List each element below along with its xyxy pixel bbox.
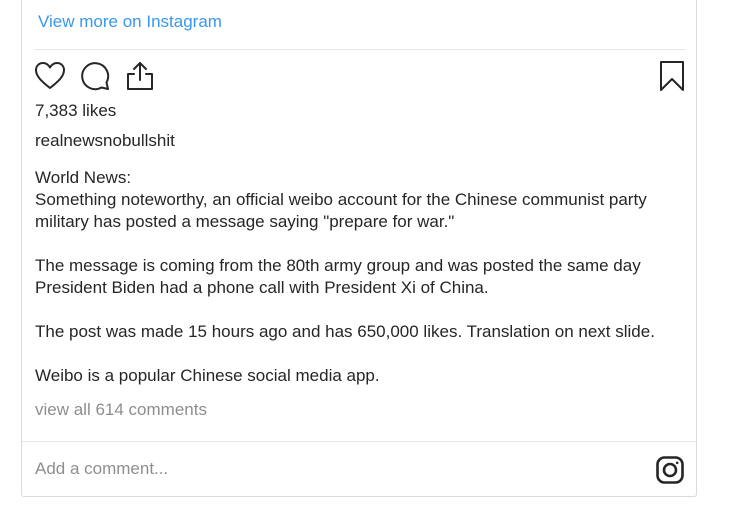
caption-line: Something noteworthy, an official weibo … [35,190,647,231]
caption-line: Weibo is a popular Chinese social media … [35,366,380,385]
bookmark-icon[interactable] [656,60,688,92]
action-bar [34,60,686,94]
caption-line: The post was made 15 hours ago and has 6… [35,322,655,341]
divider [34,49,686,50]
instagram-embed-card: View more on Instagram 7,383 likes realn… [21,0,697,497]
share-icon[interactable] [124,60,156,92]
caption-line: The message is coming from the 80th army… [35,256,641,297]
add-comment-input[interactable] [35,456,615,482]
heart-icon[interactable] [34,60,66,92]
view-more-on-instagram-link[interactable]: View more on Instagram [38,12,222,32]
post-caption: World News: Something noteworthy, an off… [35,167,685,387]
divider [22,441,696,442]
post-username[interactable]: realnewsnobullshit [35,131,175,151]
instagram-icon[interactable] [656,456,684,484]
view-all-comments-link[interactable]: view all 614 comments [35,400,207,420]
caption-line: World News: [35,168,132,187]
likes-count[interactable]: 7,383 likes [35,101,116,121]
comment-icon[interactable] [79,60,111,92]
